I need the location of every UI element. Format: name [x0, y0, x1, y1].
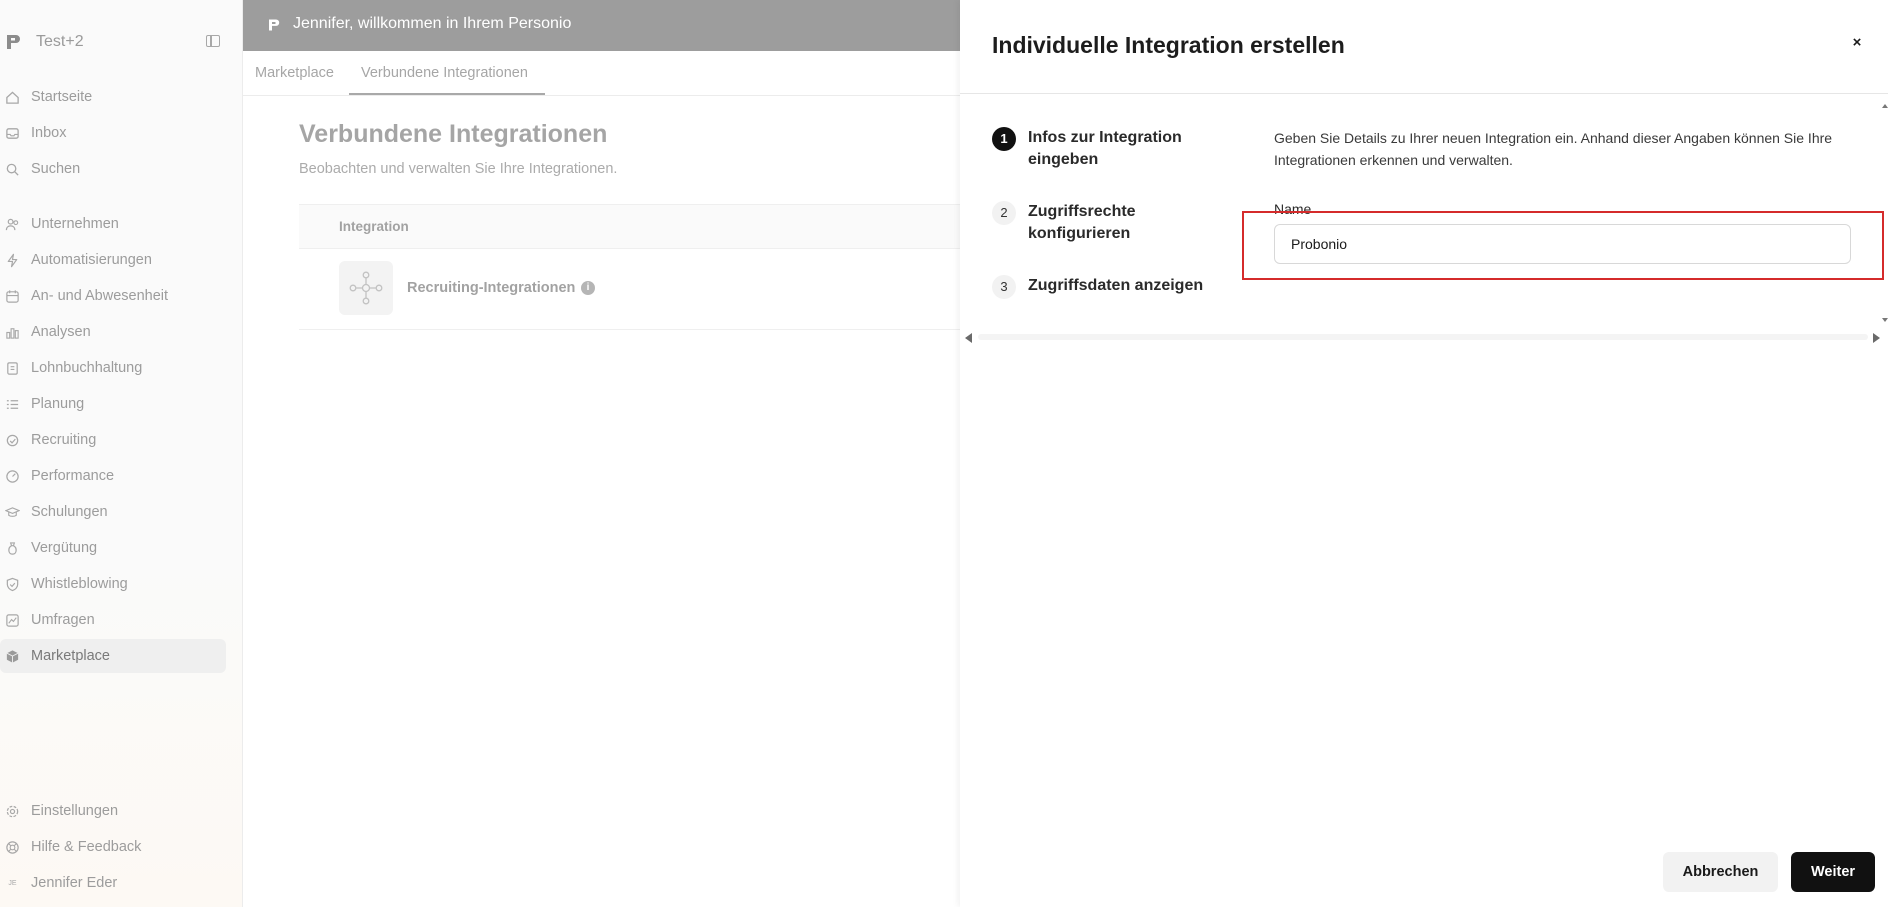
- sidebar-item-label: Einstellungen: [31, 803, 119, 819]
- step-number: 1: [992, 127, 1016, 151]
- create-integration-panel: Individuelle Integration erstellen × 1 I…: [960, 0, 1888, 907]
- next-button[interactable]: Weiter: [1791, 852, 1875, 892]
- personio-logo-icon: [269, 19, 280, 31]
- money-bag-icon: [8, 542, 17, 555]
- sidebar-item-planung[interactable]: Planung: [0, 387, 226, 421]
- sidebar-item-einstellungen[interactable]: Einstellungen: [0, 794, 226, 828]
- panel-header: Individuelle Integration erstellen ×: [960, 0, 1888, 94]
- page-tabs: Marketplace Verbundene Integrationen: [243, 51, 960, 96]
- home-icon: [6, 91, 19, 104]
- gauge-icon: [6, 470, 19, 483]
- table-row[interactable]: Recruiting-Integrationen i: [299, 249, 960, 330]
- recruiting-icon: [6, 434, 19, 447]
- tab-marketplace[interactable]: Marketplace: [255, 65, 334, 81]
- sidebar-item-label: Performance: [31, 468, 115, 484]
- sidebar-item-label: Schulungen: [31, 504, 108, 520]
- sidebar-item-label: Suchen: [31, 161, 81, 177]
- sidebar-item-startseite[interactable]: Startseite: [0, 80, 226, 114]
- step-label: Zugriffsdaten anzeigen: [1028, 277, 1204, 294]
- sidebar-item-hilfe[interactable]: Hilfe & Feedback: [0, 830, 226, 864]
- cancel-button[interactable]: Abbrechen: [1663, 852, 1778, 892]
- scrollbar-thumb[interactable]: [978, 334, 1868, 340]
- tab-verbundene-integrationen[interactable]: Verbundene Integrationen: [361, 65, 528, 81]
- sidebar-item-schulungen[interactable]: Schulungen: [0, 495, 226, 529]
- column-header-integration: Integration: [339, 219, 409, 234]
- sidebar-item-inbox[interactable]: Inbox: [0, 116, 226, 150]
- close-icon[interactable]: ×: [1846, 32, 1868, 54]
- sidebar-item-label: Whistleblowing: [31, 576, 128, 592]
- people-icon: [5, 218, 19, 231]
- cube-icon: [6, 650, 19, 663]
- sidebar-item-label: Recruiting: [31, 432, 97, 448]
- info-icon[interactable]: i: [581, 281, 595, 295]
- sidebar-item-label: Startseite: [31, 89, 93, 105]
- scroll-left-icon[interactable]: [965, 333, 972, 343]
- step-label: Zugriffsrechte konfigurieren: [1028, 203, 1136, 242]
- company-name: Test+2: [36, 33, 84, 50]
- sidebar-item-label: Inbox: [31, 125, 67, 141]
- welcome-banner: Jennifer, willkommen in Ihrem Personio: [243, 0, 960, 51]
- page-title: Verbundene Integrationen: [299, 120, 608, 148]
- sidebar-item-label: Marketplace: [31, 648, 110, 664]
- sidebar-item-label: Hilfe & Feedback: [31, 839, 142, 855]
- step-label: Infos zur Integration eingeben: [1028, 129, 1182, 168]
- calendar-icon: [6, 290, 19, 303]
- sidebar-item-analysen[interactable]: Analysen: [0, 315, 226, 349]
- personio-logo-icon: [7, 35, 20, 49]
- payroll-icon: [7, 362, 18, 375]
- sidebar-item-lohnbuchhaltung[interactable]: Lohnbuchhaltung: [0, 351, 226, 385]
- sidebar-item-label: Vergütung: [31, 540, 98, 556]
- sidebar: Test+2 Startseite Inbox Suchen Unternehm…: [0, 0, 243, 907]
- active-tab-indicator: [349, 93, 545, 95]
- bar-chart-icon: [6, 328, 19, 339]
- sidebar-item-label: Automatisierungen: [31, 252, 152, 268]
- avatar: JE: [8, 880, 17, 887]
- sidebar-item-unternehmen[interactable]: Unternehmen: [0, 207, 226, 241]
- sidebar-item-label: Planung: [31, 396, 85, 412]
- sidebar-item-label: Lohnbuchhaltung: [31, 360, 143, 376]
- shield-check-icon: [6, 577, 19, 592]
- integration-icon-box: [339, 261, 393, 315]
- gear-icon: [6, 805, 19, 818]
- sidebar-item-marketplace[interactable]: Marketplace: [0, 639, 226, 673]
- sidebar-item-label: Unternehmen: [31, 216, 119, 232]
- company-switcher[interactable]: Test+2: [0, 24, 243, 58]
- highlight-annotation: [1242, 211, 1884, 280]
- integration-name[interactable]: Recruiting-Integrationen: [407, 280, 575, 296]
- network-nodes-icon: [349, 271, 383, 305]
- sidebar-item-label: Analysen: [31, 324, 91, 340]
- sidebar-item-automatisierungen[interactable]: Automatisierungen: [0, 243, 226, 277]
- sidebar-item-recruiting[interactable]: Recruiting: [0, 423, 226, 457]
- welcome-text: Jennifer, willkommen in Ihrem Personio: [293, 15, 572, 32]
- sidebar-item-suchen[interactable]: Suchen: [0, 152, 226, 186]
- panel-title: Individuelle Integration erstellen: [992, 32, 1345, 58]
- form-description: Geben Sie Details zu Ihrer neuen Integra…: [1274, 130, 1833, 168]
- sidebar-item-profile[interactable]: JE Jennifer Eder: [0, 866, 226, 900]
- sidebar-item-label: An- und Abwesenheit: [31, 288, 169, 304]
- sidebar-item-whistleblowing[interactable]: Whistleblowing: [0, 567, 226, 601]
- lifebuoy-icon: [6, 841, 19, 854]
- scroll-up-icon[interactable]: [1882, 104, 1888, 108]
- graduation-cap-icon: [5, 507, 20, 517]
- search-icon: [6, 163, 19, 176]
- list-icon: [6, 400, 19, 409]
- sidebar-item-label: Umfragen: [31, 612, 95, 628]
- step-number: 3: [992, 275, 1016, 299]
- sidebar-item-abwesenheit[interactable]: An- und Abwesenheit: [0, 279, 226, 313]
- inbox-icon: [6, 128, 19, 139]
- survey-chart-icon: [6, 614, 19, 627]
- scroll-down-icon[interactable]: [1882, 318, 1888, 322]
- sidebar-item-performance[interactable]: Performance: [0, 459, 226, 493]
- step-number: 2: [992, 201, 1016, 225]
- lightning-icon: [7, 253, 18, 268]
- scroll-right-icon[interactable]: [1873, 333, 1880, 343]
- sidebar-item-label: Jennifer Eder: [31, 875, 118, 891]
- table-header: Integration: [299, 204, 960, 249]
- sidebar-collapse-icon[interactable]: [206, 35, 220, 47]
- page-subtitle: Beobachten und verwalten Sie Ihre Integr…: [299, 161, 618, 177]
- sidebar-item-umfragen[interactable]: Umfragen: [0, 603, 226, 637]
- horizontal-scrollbar[interactable]: [960, 330, 1888, 344]
- sidebar-item-verguetung[interactable]: Vergütung: [0, 531, 226, 565]
